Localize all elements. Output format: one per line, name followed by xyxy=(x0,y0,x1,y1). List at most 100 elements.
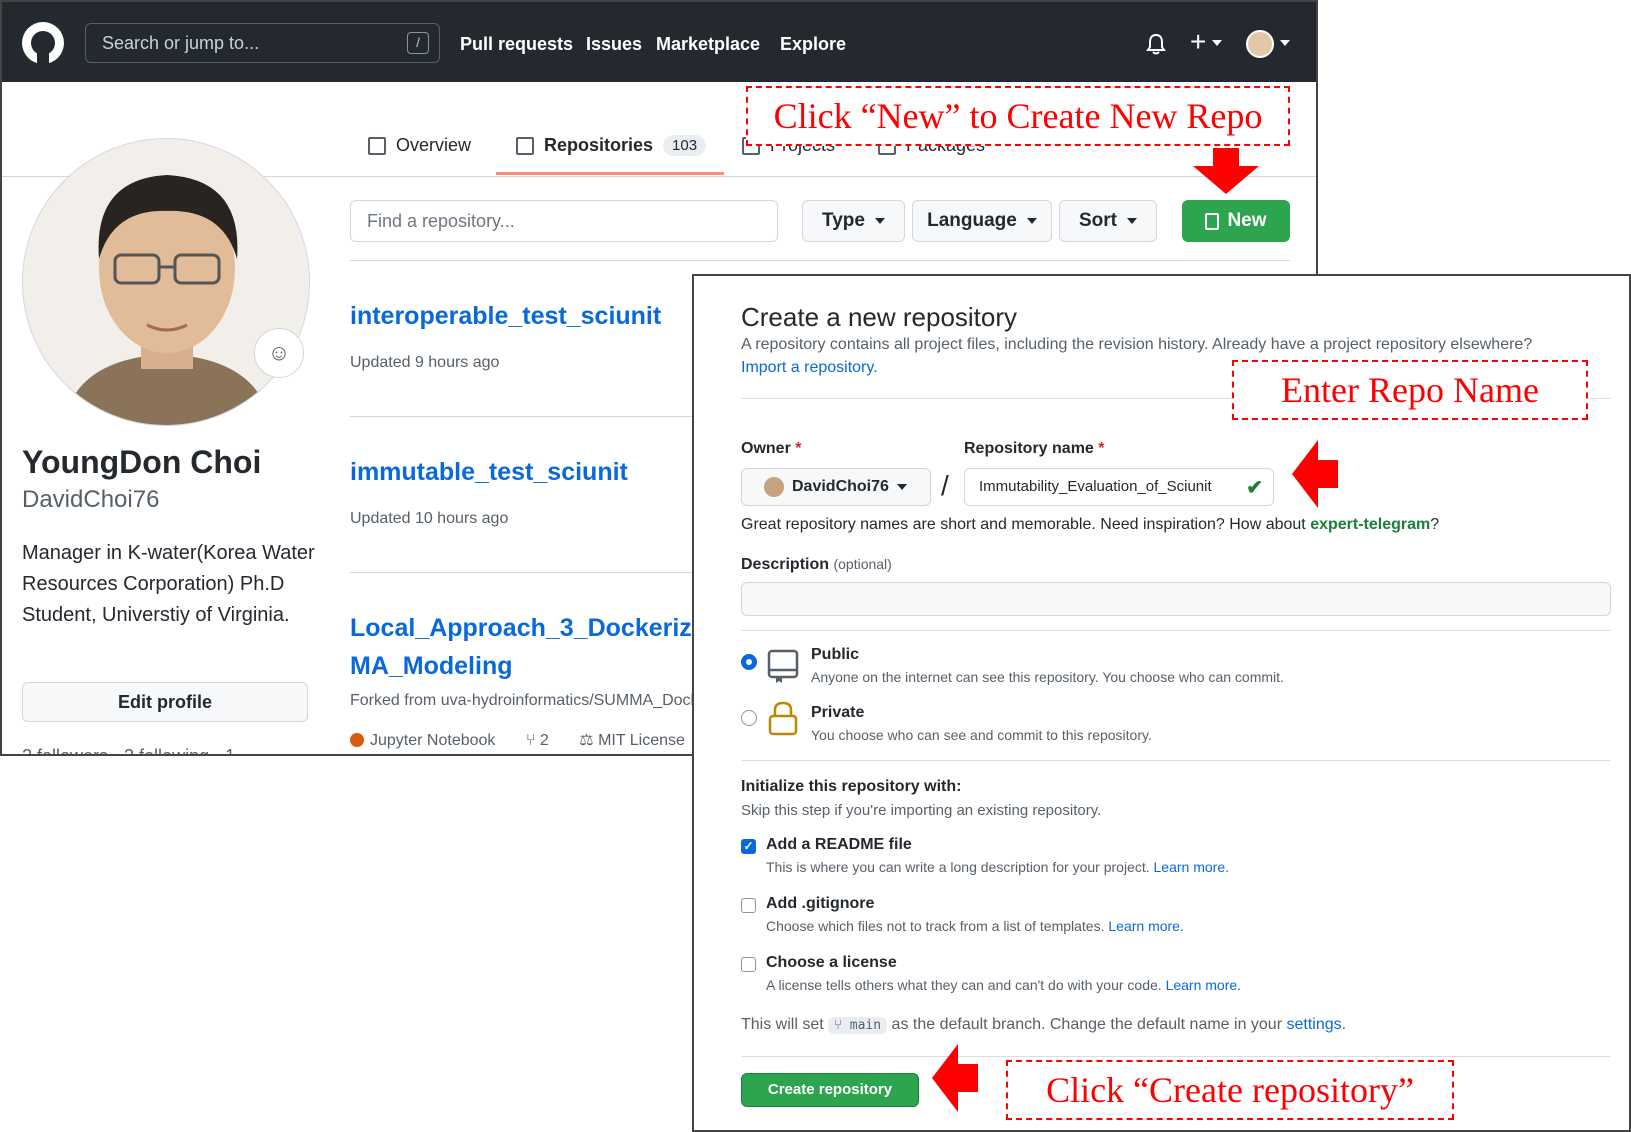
create-repository-button[interactable]: Create repository xyxy=(741,1073,919,1107)
caret-down-icon xyxy=(896,484,907,490)
license-checkbox[interactable] xyxy=(741,957,756,972)
suggested-name-link[interactable]: expert-telegram xyxy=(1310,516,1430,533)
repo-forks[interactable]: 2 xyxy=(540,732,549,749)
type-filter-label: Type xyxy=(822,210,865,231)
annotation-repo-name: Enter Repo Name xyxy=(1232,360,1588,420)
public-description: Anyone on the internet can see this repo… xyxy=(811,669,1284,685)
section-divider xyxy=(741,760,1611,761)
settings-link[interactable]: settings xyxy=(1286,1016,1341,1033)
repo-updated: Updated 9 hours ago xyxy=(350,354,500,371)
readme-description: This is where you can write a long descr… xyxy=(766,859,1229,875)
profile-login: DavidChoi76 xyxy=(22,486,160,513)
profile-bio: Manager in K-water(Korea Water Resources… xyxy=(22,542,315,626)
owner-label-text: Owner xyxy=(741,440,791,457)
language-filter-label: Language xyxy=(927,210,1017,231)
owner-label: Owner * xyxy=(741,440,801,458)
nav-marketplace[interactable]: Marketplace xyxy=(656,34,760,55)
public-repo-icon xyxy=(767,649,799,683)
license-title: Choose a license xyxy=(766,954,897,971)
public-title: Public xyxy=(811,646,860,663)
caret-down-icon xyxy=(1026,218,1037,224)
branch-chip: ⑂ main xyxy=(828,1017,888,1034)
default-branch-note: This will set ⑂ main as the default bran… xyxy=(741,1016,1346,1034)
initialize-description: Skip this step if you're importing an ex… xyxy=(741,802,1102,819)
readme-checkbox[interactable]: ✓ xyxy=(741,839,756,854)
search-shortcut-key: / xyxy=(407,32,429,54)
type-filter-button[interactable]: Type xyxy=(802,200,905,242)
repository-name-input[interactable]: Immutability_Evaluation_of_Sciunit ✔ xyxy=(964,468,1274,506)
period: . xyxy=(1341,1016,1347,1033)
page-subtitle: A repository contains all project files,… xyxy=(741,336,1533,353)
repo-list-divider xyxy=(350,260,1290,261)
section-divider xyxy=(741,630,1611,631)
optional-marker: (optional) xyxy=(833,556,892,572)
avatar-caret-icon xyxy=(1280,40,1290,46)
search-input[interactable]: Search or jump to... / xyxy=(85,23,440,63)
tab-repositories[interactable]: Repositories 103 xyxy=(516,135,707,156)
learn-more-link[interactable]: Learn more. xyxy=(1108,918,1183,934)
repo-stats: Jupyter Notebook ⑂ 2 ⚖ MIT License xyxy=(350,730,685,750)
repo-link-interoperable[interactable]: interoperable_test_sciunit xyxy=(350,302,661,331)
repo-link-local-approach[interactable]: Local_Approach_3_Dockerizin xyxy=(350,614,714,643)
hint-text: Great repository names are short and mem… xyxy=(741,516,1306,533)
branch-note-suffix: as the default branch. Change the defaul… xyxy=(891,1016,1283,1033)
annotation-new-repo: Click “New” to Create New Repo xyxy=(746,86,1290,146)
nav-pull-requests[interactable]: Pull requests xyxy=(460,34,573,55)
repo-link-local-approach-line2[interactable]: MA_Modeling xyxy=(350,652,513,681)
user-avatar[interactable] xyxy=(1246,30,1274,58)
bell-icon[interactable] xyxy=(1146,33,1166,55)
owner-avatar xyxy=(764,477,784,497)
find-repository-input[interactable]: Find a repository... xyxy=(350,200,778,242)
repo-icon xyxy=(516,136,534,155)
edit-profile-button[interactable]: Edit profile xyxy=(22,682,308,722)
readme-title: Add a README file xyxy=(766,836,912,853)
import-repository-link[interactable]: Import a repository. xyxy=(741,359,878,377)
repo-license: MIT License xyxy=(598,732,685,749)
language-color-dot xyxy=(350,733,364,747)
check-icon: ✔ xyxy=(1246,477,1263,499)
top-navbar: Search or jump to... / Pull requests Iss… xyxy=(2,2,1316,82)
section-divider xyxy=(741,1056,1611,1057)
required-marker: * xyxy=(795,440,802,457)
owner-select[interactable]: DavidChoi76 xyxy=(741,468,931,506)
language-filter-button[interactable]: Language xyxy=(912,200,1052,242)
repository-name-value: Immutability_Evaluation_of_Sciunit xyxy=(979,478,1212,495)
public-radio[interactable] xyxy=(741,654,757,670)
repository-name-label: Repository name * xyxy=(964,440,1105,458)
repo-link-immutable[interactable]: immutable_test_sciunit xyxy=(350,458,628,487)
repo-icon xyxy=(1205,212,1220,230)
license-description: A license tells others what they can and… xyxy=(766,977,1241,993)
nav-explore[interactable]: Explore xyxy=(780,34,846,55)
branch-name: main xyxy=(849,1018,882,1033)
gitignore-checkbox[interactable] xyxy=(741,898,756,913)
gitignore-desc-text: Choose which files not to track from a l… xyxy=(766,918,1105,934)
caret-down-icon xyxy=(874,218,885,224)
create-plus-icon[interactable]: + xyxy=(1190,28,1206,56)
learn-more-link[interactable]: Learn more. xyxy=(1154,859,1229,875)
branch-icon: ⑂ xyxy=(834,1018,842,1033)
gitignore-description: Choose which files not to track from a l… xyxy=(766,918,1184,934)
fork-icon: ⑂ xyxy=(525,732,536,749)
tab-overview[interactable]: Overview xyxy=(368,135,471,156)
profile-photo xyxy=(23,139,309,425)
new-button-label: New xyxy=(1227,210,1267,231)
set-status-smiley-icon[interactable]: ☺ xyxy=(254,328,304,378)
book-icon xyxy=(368,136,386,155)
plus-caret-icon xyxy=(1212,40,1222,46)
tab-repositories-label: Repositories xyxy=(544,135,654,155)
page-title: Create a new repository xyxy=(741,302,1018,332)
followers-text[interactable]: 2 followers · 2 following · 1 xyxy=(22,746,235,754)
sort-filter-button[interactable]: Sort xyxy=(1059,200,1157,242)
github-logo-icon[interactable] xyxy=(22,22,64,64)
private-title: Private xyxy=(811,704,865,721)
repo-forked-from[interactable]: Forked from uva-hydroinformatics/SUMMA_D… xyxy=(350,692,707,710)
private-radio[interactable] xyxy=(741,710,757,726)
gitignore-title: Add .gitignore xyxy=(766,895,875,912)
description-label: Description (optional) xyxy=(741,556,892,574)
profile-avatar[interactable] xyxy=(22,138,310,426)
nav-issues[interactable]: Issues xyxy=(586,34,642,55)
learn-more-link[interactable]: Learn more. xyxy=(1166,977,1241,993)
new-repository-button[interactable]: New xyxy=(1182,200,1290,242)
owner-value: DavidChoi76 xyxy=(792,478,889,495)
description-input[interactable] xyxy=(741,582,1611,616)
